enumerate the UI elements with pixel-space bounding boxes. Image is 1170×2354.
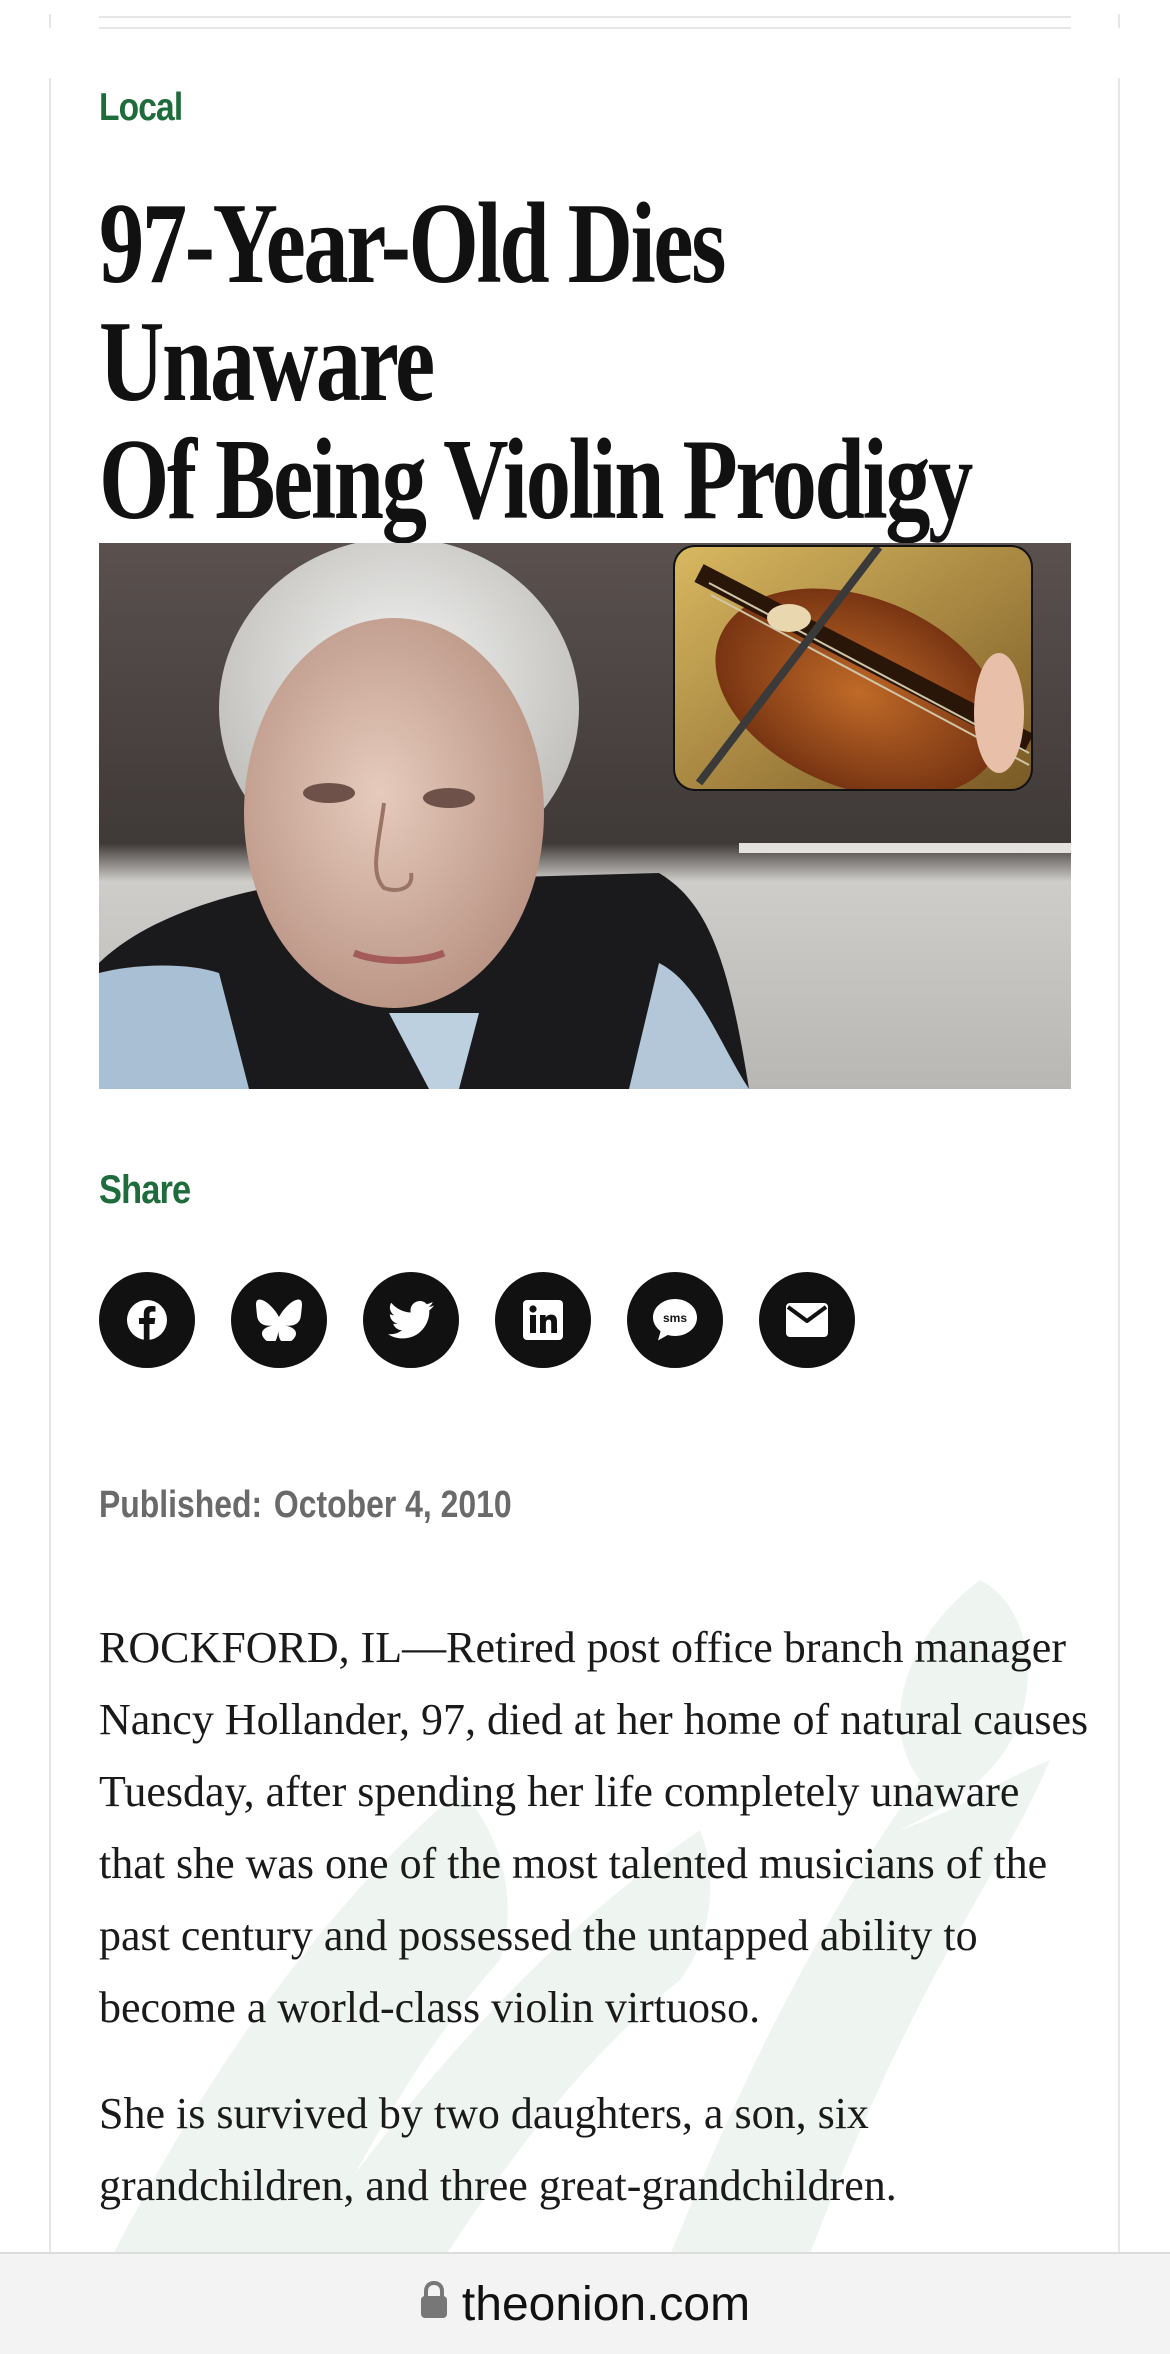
lock-icon bbox=[420, 2281, 447, 2319]
linkedin-icon bbox=[523, 1300, 563, 1340]
frame-tick-left bbox=[49, 14, 51, 28]
article-paragraph: ROCKFORD, IL—Retired post office branch … bbox=[99, 1623, 1089, 2032]
browser-address-bar[interactable]: theonion.com bbox=[0, 2252, 1170, 2354]
email-icon bbox=[786, 1303, 828, 1337]
bluesky-icon bbox=[256, 1299, 302, 1341]
twitter-icon bbox=[388, 1301, 434, 1339]
headline: 97-Year-Old Dies Unaware Of Being Violin… bbox=[99, 185, 980, 539]
article-body: ROCKFORD, IL—Retired post office branch … bbox=[99, 1612, 1089, 2256]
share-email-button[interactable] bbox=[759, 1272, 855, 1368]
url-text: theonion.com bbox=[461, 2277, 751, 2331]
share-linkedin-button[interactable] bbox=[495, 1272, 591, 1368]
facebook-icon bbox=[127, 1300, 167, 1340]
url-display[interactable]: theonion.com bbox=[0, 2274, 1170, 2332]
hero-photo-illustration bbox=[99, 543, 1071, 1089]
section-link-local[interactable]: Local bbox=[99, 86, 183, 130]
published-meta: Published: October 4, 2010 bbox=[99, 1484, 512, 1527]
content-border-right bbox=[1118, 78, 1120, 2354]
top-divider-secondary bbox=[99, 27, 1071, 29]
sms-icon: sms bbox=[653, 1299, 697, 1341]
headline-line-2: Of Being Violin Prodigy bbox=[99, 416, 973, 544]
share-bluesky-button[interactable] bbox=[231, 1272, 327, 1368]
share-label: Share bbox=[99, 1168, 191, 1212]
article-page: Local 97-Year-Old Dies Unaware Of Being … bbox=[0, 0, 1170, 2354]
article-paragraph: She is survived by two daughters, a son,… bbox=[99, 2089, 897, 2210]
hero-image bbox=[99, 543, 1071, 1089]
frame-tick-right bbox=[1118, 14, 1120, 28]
content-border-left bbox=[49, 78, 51, 2354]
top-divider bbox=[99, 16, 1071, 18]
headline-line-1: 97-Year-Old Dies Unaware bbox=[99, 180, 726, 426]
sms-icon-text: sms bbox=[663, 1311, 687, 1325]
published-label: Published: bbox=[99, 1484, 263, 1526]
share-facebook-button[interactable] bbox=[99, 1272, 195, 1368]
share-sms-button[interactable]: sms bbox=[627, 1272, 723, 1368]
published-date: October 4, 2010 bbox=[273, 1484, 512, 1526]
share-twitter-button[interactable] bbox=[363, 1272, 459, 1368]
